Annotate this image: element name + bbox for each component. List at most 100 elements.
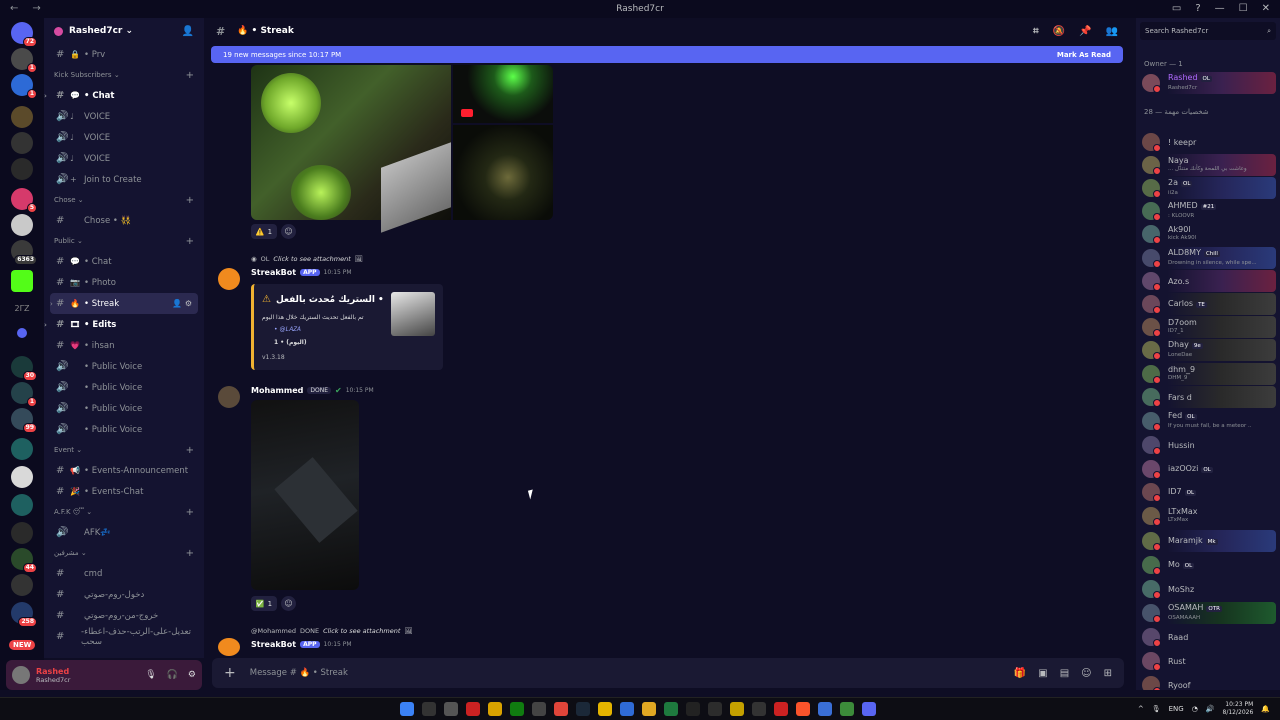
channel-category[interactable]: Kick Subscribers ⌄ + xyxy=(44,65,204,85)
chevron-up-icon[interactable]: ^ xyxy=(1138,705,1144,713)
reaction-check[interactable]: ✅ 1 xyxy=(251,596,277,611)
member-item[interactable]: ! keepr xyxy=(1140,131,1276,153)
app-icon[interactable] xyxy=(488,702,502,716)
notification-mute-icon[interactable]: 🔕 xyxy=(1053,26,1065,37)
text-channel[interactable]: # Chose • 👯 xyxy=(44,210,204,231)
search-icon[interactable] xyxy=(422,702,436,716)
member-list-icon[interactable]: 👥 xyxy=(1106,26,1118,37)
app-icon[interactable] xyxy=(774,702,788,716)
new-badge[interactable]: NEW xyxy=(9,640,36,650)
server-icon[interactable] xyxy=(11,158,33,180)
text-channel[interactable]: # 💗 • ihsan xyxy=(44,335,204,356)
member-item[interactable]: Azo.s xyxy=(1140,270,1276,292)
text-channel[interactable]: # 🎉 • Events-Chat xyxy=(44,481,204,502)
author-name[interactable]: StreakBot xyxy=(251,640,296,649)
new-messages-banner[interactable]: 19 new messages since 10:17 PM Mark As R… xyxy=(211,46,1123,63)
chrome-icon[interactable] xyxy=(554,702,568,716)
server-icon[interactable] xyxy=(11,466,33,488)
text-channel[interactable]: # 💬 • Chat xyxy=(44,251,204,272)
member-item[interactable]: OSAMAH OTR OSAMAAAH xyxy=(1140,602,1276,624)
microphone-icon[interactable]: 🎙 xyxy=(1152,705,1161,713)
xbox-icon[interactable] xyxy=(510,702,524,716)
channel-category[interactable]: Chose ⌄ + xyxy=(44,190,204,210)
server-icon[interactable]: 5 xyxy=(11,188,37,213)
embed-thumbnail[interactable] xyxy=(391,292,435,336)
app-icon[interactable] xyxy=(730,702,744,716)
author-name[interactable]: StreakBot xyxy=(251,268,296,277)
pin-icon[interactable]: 📌 xyxy=(1079,26,1091,37)
add-reaction-icon[interactable]: ☺ xyxy=(281,596,296,611)
volume-icon[interactable]: 🔊 xyxy=(1206,705,1215,713)
server-icon[interactable]: 1 xyxy=(11,48,37,73)
help-icon[interactable]: ? xyxy=(1195,3,1200,14)
start-menu-icon[interactable] xyxy=(400,702,414,716)
notification-icon[interactable]: 🔔 xyxy=(1261,705,1270,713)
member-item[interactable]: Raad xyxy=(1140,626,1276,648)
app-icon[interactable] xyxy=(532,702,546,716)
steam-icon[interactable] xyxy=(576,702,590,716)
add-reaction-icon[interactable]: ☺ xyxy=(281,224,296,239)
image-attachment[interactable] xyxy=(251,400,359,590)
maximize-button[interactable]: ☐ xyxy=(1239,3,1248,14)
server-icon[interactable] xyxy=(11,574,33,596)
app-icon[interactable] xyxy=(620,702,634,716)
text-channel[interactable]: › # 🎞 • Edits xyxy=(44,314,204,335)
member-item[interactable]: Hussin xyxy=(1140,434,1276,456)
channel-category[interactable]: مشرفين ⌄ + xyxy=(44,543,204,563)
add-channel-icon[interactable]: + xyxy=(186,195,194,206)
gift-icon[interactable]: 🎁 xyxy=(1014,668,1026,679)
app-icon[interactable] xyxy=(598,702,612,716)
lang-indicator[interactable]: ENG xyxy=(1169,705,1184,713)
member-item[interactable]: ID7 OL xyxy=(1140,481,1276,503)
voice-channel[interactable]: 🔊 + Join to Create xyxy=(44,169,204,190)
server-icon[interactable] xyxy=(11,214,33,236)
channel-category[interactable]: Public ⌄ + xyxy=(44,231,204,251)
headphones-icon[interactable]: 🎧 xyxy=(167,670,178,680)
text-channel[interactable]: # cmd xyxy=(44,563,204,584)
threads-icon[interactable]: ⌗ xyxy=(1033,26,1039,37)
minimize-button[interactable]: — xyxy=(1215,3,1225,14)
emoji-icon[interactable]: ☺ xyxy=(1081,668,1091,679)
image-attachment[interactable] xyxy=(453,65,553,123)
server-icon[interactable]: 258 xyxy=(11,602,37,627)
message-input[interactable]: + Message # 🔥 • Streak 🎁 ▣ ▤ ☺ ⊞ xyxy=(212,658,1124,688)
gear-icon[interactable]: ⚙ xyxy=(185,299,192,308)
reaction-warning[interactable]: ⚠️ 1 xyxy=(251,224,277,239)
voice-channel[interactable]: 🔊 • Public Voice xyxy=(44,356,204,377)
member-item[interactable]: Fed OL If you must fall, be a meteor .. xyxy=(1140,410,1276,432)
author-name[interactable]: Mohammed xyxy=(251,386,303,395)
server-icon[interactable]: 72 xyxy=(11,22,37,47)
member-item[interactable]: 2a OL ii2a xyxy=(1140,177,1276,199)
server-icon[interactable] xyxy=(11,106,33,128)
kick-server-icon[interactable] xyxy=(11,270,33,292)
folder-icon[interactable] xyxy=(17,328,27,338)
channel-category[interactable]: A.F.K 😴 ⌄ + xyxy=(44,502,204,522)
image-attachment[interactable] xyxy=(251,65,451,233)
add-channel-icon[interactable]: + xyxy=(186,548,194,559)
add-channel-icon[interactable]: + xyxy=(186,445,194,456)
sticker-icon[interactable]: ▤ xyxy=(1060,668,1069,679)
image-attachment[interactable] xyxy=(453,125,553,220)
app-icon[interactable] xyxy=(708,702,722,716)
server-icon[interactable] xyxy=(11,132,33,154)
member-item[interactable]: LTxMax LTxMax xyxy=(1140,505,1276,527)
member-item[interactable]: Rust xyxy=(1140,650,1276,672)
member-item[interactable]: Carlos TE xyxy=(1140,293,1276,315)
invite-icon[interactable]: 👤 xyxy=(172,299,182,308)
avatar[interactable] xyxy=(218,638,240,656)
add-channel-icon[interactable]: + xyxy=(186,70,194,81)
voice-channel[interactable]: 🔊 ♩ VOICE xyxy=(44,127,204,148)
app-icon[interactable] xyxy=(752,702,766,716)
brave-icon[interactable] xyxy=(796,702,810,716)
app-icon[interactable] xyxy=(664,702,678,716)
app-icon[interactable] xyxy=(466,702,480,716)
server-icon[interactable]: 2ΓΖ xyxy=(11,298,33,320)
avatar[interactable] xyxy=(12,666,30,684)
apps-icon[interactable]: ⊞ xyxy=(1104,668,1112,679)
reply-reference[interactable]: ◉ OL Click to see attachment 🖼 xyxy=(251,255,363,263)
server-icon[interactable] xyxy=(11,438,33,460)
discord-icon[interactable] xyxy=(862,702,876,716)
server-icon[interactable]: 99 xyxy=(11,408,37,433)
add-channel-icon[interactable]: + xyxy=(186,236,194,247)
app-icon[interactable] xyxy=(686,702,700,716)
